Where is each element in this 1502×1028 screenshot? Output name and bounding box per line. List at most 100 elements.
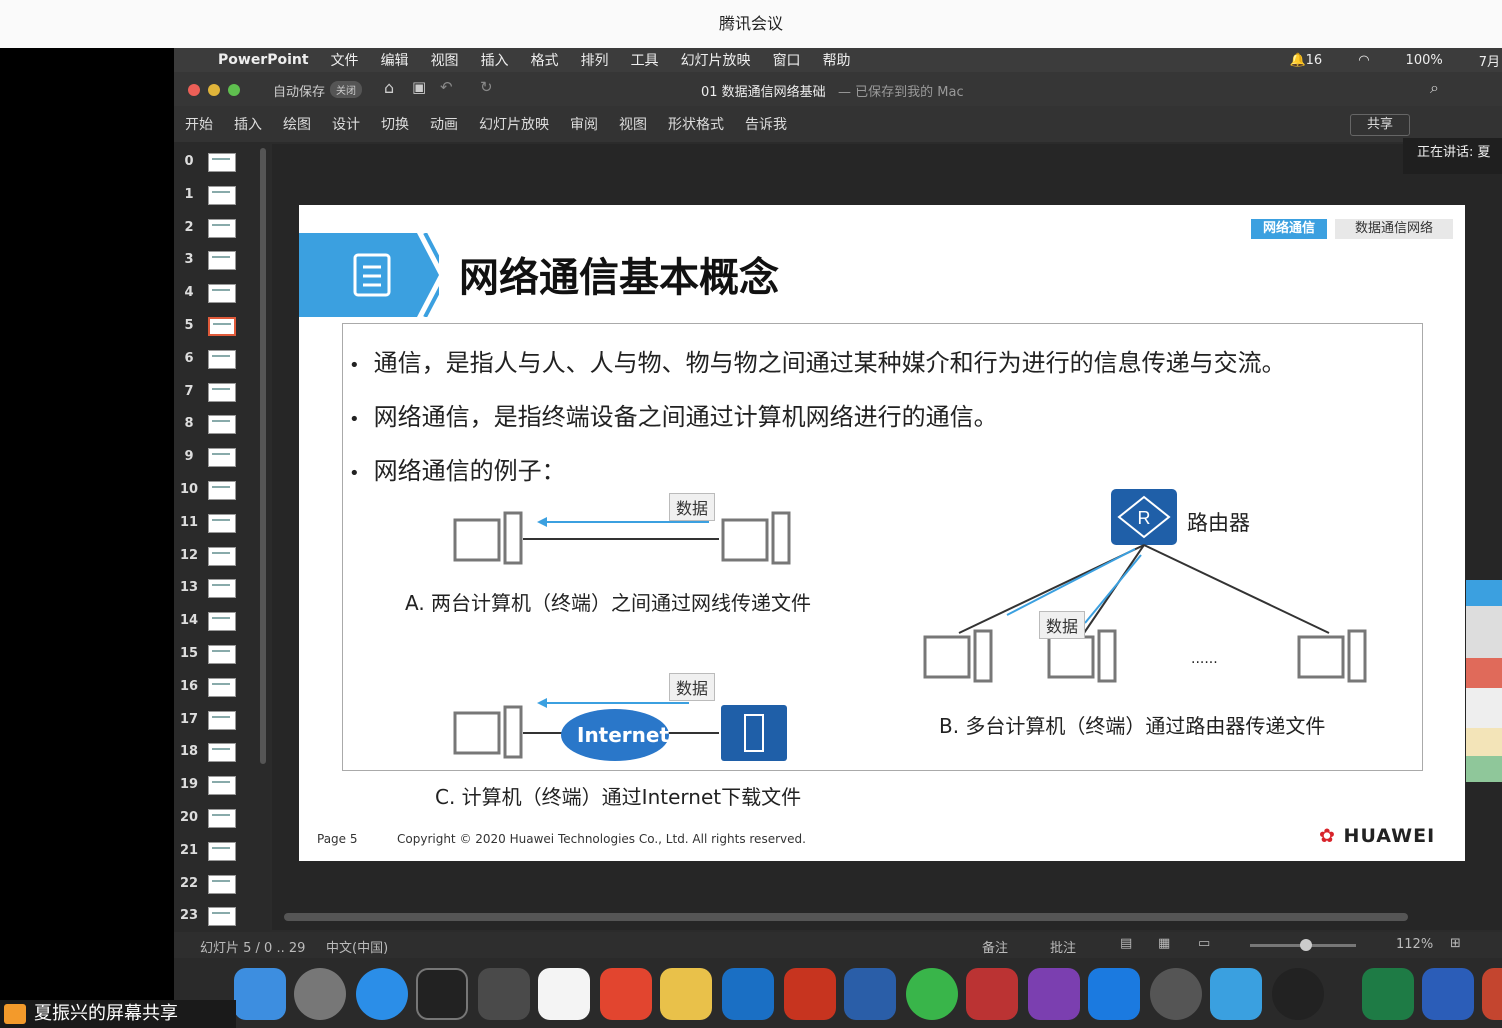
tab-slideshow[interactable]: 幻灯片放映 <box>479 114 549 134</box>
thumbnail-scrollbar[interactable] <box>260 148 266 764</box>
undo-icon[interactable]: ↶ <box>440 78 453 96</box>
tab-view[interactable]: 视图 <box>619 114 647 134</box>
xmind-icon[interactable] <box>600 968 652 1020</box>
vim-icon[interactable] <box>784 968 836 1020</box>
parallels-icon[interactable] <box>966 968 1018 1020</box>
fit-to-window-icon[interactable]: ⊞ <box>1450 936 1461 951</box>
tencent-meeting-icon[interactable] <box>1088 968 1140 1020</box>
zoom-slider-knob[interactable] <box>1300 939 1312 951</box>
slide-thumbnail[interactable]: 11 <box>174 509 270 539</box>
finder-icon[interactable] <box>234 968 286 1020</box>
comments-button[interactable]: 批注 <box>1050 937 1076 956</box>
tab-insert[interactable]: 插入 <box>234 114 262 134</box>
remote-desktop-icon[interactable] <box>844 968 896 1020</box>
menu-insert[interactable]: 插入 <box>481 50 509 70</box>
tab-animations[interactable]: 动画 <box>430 114 458 134</box>
tab-review[interactable]: 审阅 <box>570 114 598 134</box>
bell-icon[interactable]: 🔔16 <box>1289 53 1322 68</box>
slide-thumbnail[interactable]: 4 <box>174 279 270 309</box>
tab-shape-format[interactable]: 形状格式 <box>668 114 724 134</box>
search-icon[interactable]: ⌕ <box>1430 78 1439 98</box>
launchpad-icon[interactable] <box>294 968 346 1020</box>
slide-thumbnail-number: 15 <box>179 646 199 661</box>
menu-file[interactable]: 文件 <box>331 50 359 70</box>
slide-thumbnail[interactable]: 6 <box>174 345 270 375</box>
save-icon[interactable]: ▣ <box>412 78 426 96</box>
zoom-window-button[interactable] <box>228 84 240 96</box>
safari-icon[interactable] <box>356 968 408 1020</box>
menu-app-name[interactable]: PowerPoint <box>218 52 309 68</box>
qq-icon[interactable] <box>1272 968 1324 1020</box>
slide-thumbnail[interactable]: 9 <box>174 443 270 473</box>
menu-help[interactable]: 帮助 <box>823 50 851 70</box>
word-icon[interactable] <box>1422 968 1474 1020</box>
redo-icon[interactable]: ↻ <box>480 78 493 96</box>
calendar-icon[interactable] <box>538 968 590 1020</box>
tab-transitions[interactable]: 切换 <box>381 114 409 134</box>
photo-booth-icon[interactable] <box>1150 968 1202 1020</box>
slide-thumbnail[interactable]: 0 <box>174 148 270 178</box>
reading-view-icon[interactable]: ▭ <box>1198 936 1210 951</box>
slide-thumbnail[interactable]: 5 <box>174 312 270 342</box>
normal-view-icon[interactable]: ▤ <box>1120 936 1132 951</box>
outlook-icon[interactable] <box>722 968 774 1020</box>
excel-icon[interactable] <box>1362 968 1414 1020</box>
slide-thumbnail[interactable]: 12 <box>174 542 270 572</box>
menu-view[interactable]: 视图 <box>431 50 459 70</box>
menu-format[interactable]: 格式 <box>531 50 559 70</box>
language-indicator[interactable]: 中文(中国) <box>326 937 388 956</box>
zoom-level[interactable]: 112% <box>1396 937 1433 952</box>
autosave-toggle[interactable]: 关闭 <box>330 81 362 98</box>
menu-arrange[interactable]: 排列 <box>581 50 609 70</box>
slide-thumbnail[interactable]: 1 <box>174 181 270 211</box>
slide-thumbnail-number: 13 <box>179 580 199 596</box>
slide-thumbnail[interactable]: 15 <box>174 640 270 670</box>
battery-percent[interactable]: 100% <box>1406 53 1443 68</box>
share-button[interactable]: 共享 <box>1350 114 1410 136</box>
feishu-icon[interactable] <box>1210 968 1262 1020</box>
slide-thumbnail[interactable]: 20 <box>174 804 270 834</box>
home-icon[interactable]: ⌂ <box>384 78 394 97</box>
slide-thumbnail[interactable]: 3 <box>174 246 270 276</box>
slide-thumbnail[interactable]: 7 <box>174 378 270 408</box>
wifi-icon[interactable]: ◠ <box>1358 53 1369 68</box>
horizontal-scrollbar[interactable] <box>284 913 1408 921</box>
wechat-icon[interactable] <box>906 968 958 1020</box>
slide-thumbnail[interactable]: 18 <box>174 738 270 768</box>
slide-thumbnail[interactable]: 23 <box>174 902 270 932</box>
terminal-icon[interactable] <box>416 968 468 1020</box>
menu-tools[interactable]: 工具 <box>631 50 659 70</box>
current-slide[interactable]: 网络通信基本概念 网络通信 数据通信网络 • 通信，是指人与人、人与物、物与物之间… <box>299 205 1465 861</box>
sublime-text-icon[interactable] <box>478 968 530 1020</box>
slide-thumbnail[interactable]: 10 <box>174 476 270 506</box>
powerpoint-icon[interactable] <box>1482 968 1502 1020</box>
slide-thumbnail[interactable]: 13 <box>174 574 270 604</box>
dock <box>174 958 1502 1028</box>
slide-thumbnail-number: 14 <box>179 613 199 629</box>
menu-window[interactable]: 窗口 <box>773 50 801 70</box>
slide-thumbnail[interactable]: 21 <box>174 837 270 867</box>
tab-draw[interactable]: 绘图 <box>283 114 311 134</box>
tab-home[interactable]: 开始 <box>185 114 213 134</box>
clock[interactable]: 7月 <box>1479 51 1500 70</box>
notes-button[interactable]: 备注 <box>982 937 1008 956</box>
slide-thumbnail[interactable]: 22 <box>174 870 270 900</box>
minimize-window-button[interactable] <box>208 84 220 96</box>
close-window-button[interactable] <box>188 84 200 96</box>
menu-slideshow[interactable]: 幻灯片放映 <box>681 50 751 70</box>
slide-thumbnail[interactable]: 2 <box>174 214 270 244</box>
slide-thumbnail[interactable]: 19 <box>174 771 270 801</box>
maps-icon[interactable] <box>660 968 712 1020</box>
onenote-icon[interactable] <box>1028 968 1080 1020</box>
tab-tell-me[interactable]: 告诉我 <box>745 114 787 134</box>
slide-thumbnail[interactable]: 17 <box>174 706 270 736</box>
slide-thumbnail[interactable]: 8 <box>174 410 270 440</box>
slide-thumbnail[interactable]: 14 <box>174 607 270 637</box>
slide-thumbnail-number: 17 <box>179 711 199 727</box>
svg-text:R: R <box>1138 508 1151 528</box>
slide-thumbnail[interactable]: 16 <box>174 673 270 703</box>
menu-edit[interactable]: 编辑 <box>381 50 409 70</box>
tab-design[interactable]: 设计 <box>332 114 360 134</box>
slide-thumbnail-image <box>208 218 236 238</box>
slide-sorter-icon[interactable]: ▦ <box>1158 936 1170 951</box>
